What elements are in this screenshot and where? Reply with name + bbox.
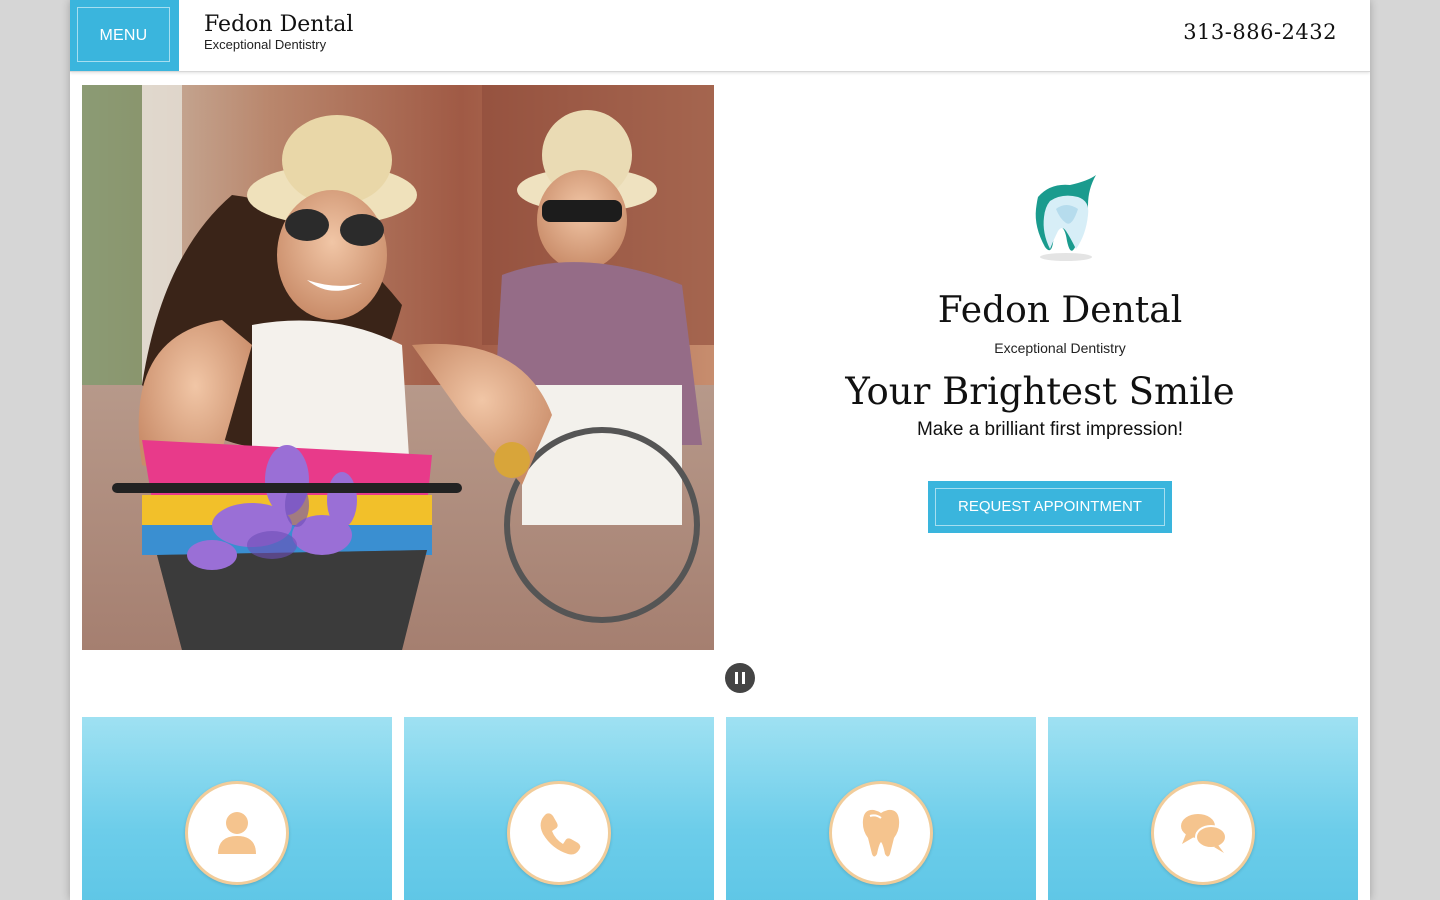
pause-bar-left xyxy=(735,672,738,684)
hero-headline: Your Brightest Smile xyxy=(845,370,1235,413)
feature-circle xyxy=(829,781,933,885)
feature-tile-tooth[interactable] xyxy=(726,717,1036,900)
hero-brand-name: Fedon Dental xyxy=(937,290,1183,331)
header-brand[interactable]: Fedon Dental Exceptional Dentistry xyxy=(204,12,353,52)
hero-brand-tagline: Exceptional Dentistry xyxy=(994,340,1126,356)
menu-button[interactable]: MENU xyxy=(70,0,179,71)
request-appointment-button[interactable]: REQUEST APPOINTMENT xyxy=(928,481,1172,533)
header-brand-name: Fedon Dental xyxy=(204,12,354,37)
chat-icon xyxy=(1181,814,1227,853)
hero-photo xyxy=(82,85,714,650)
hero-content: Fedon Dental Exceptional Dentistry Your … xyxy=(730,85,1370,650)
tooth-logo-icon xyxy=(1030,175,1102,265)
request-appointment-label: REQUEST APPOINTMENT xyxy=(935,488,1165,526)
feature-circle xyxy=(507,781,611,885)
feature-tile-chat[interactable] xyxy=(1048,717,1358,900)
tooth-icon xyxy=(862,809,900,857)
feature-circle xyxy=(1151,781,1255,885)
phone-link[interactable]: 313-886-2432 xyxy=(1183,20,1337,44)
phone-icon xyxy=(540,813,581,855)
pause-bar-right xyxy=(742,672,745,684)
pause-icon[interactable] xyxy=(725,663,755,693)
feature-tile-user[interactable] xyxy=(82,717,392,900)
site-header: MENU Fedon Dental Exceptional Dentistry … xyxy=(70,0,1370,72)
couple-on-bicycles-photo xyxy=(82,85,714,650)
user-icon xyxy=(218,812,256,854)
feature-circle xyxy=(185,781,289,885)
header-brand-tagline: Exceptional Dentistry xyxy=(204,37,327,52)
page: MENU Fedon Dental Exceptional Dentistry … xyxy=(70,0,1370,900)
menu-button-label: MENU xyxy=(77,7,170,62)
feature-tile-phone[interactable] xyxy=(404,717,714,900)
hero-subheadline: Make a brilliant first impression! xyxy=(916,419,1184,440)
